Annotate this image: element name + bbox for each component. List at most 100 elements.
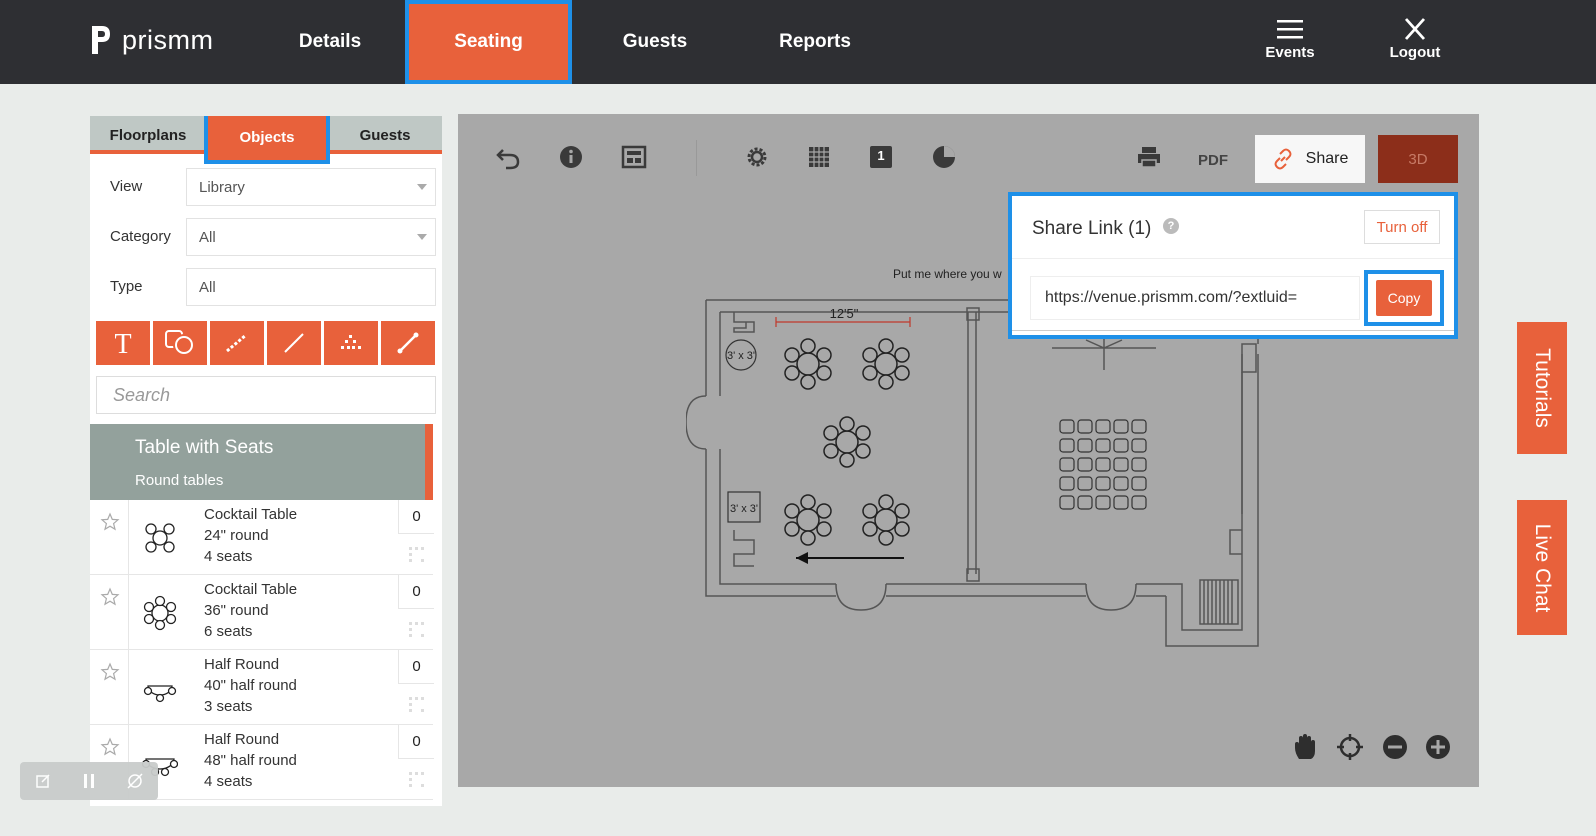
nav-reports[interactable]: Reports: [745, 0, 885, 84]
text-tool-icon: T: [114, 329, 131, 357]
logout-button[interactable]: Logout: [1365, 14, 1465, 74]
object-seats: 4 seats: [204, 773, 253, 790]
view-select-value: Library: [199, 179, 245, 196]
star-icon[interactable]: [100, 662, 120, 682]
star-icon[interactable]: [100, 587, 120, 607]
contrast-button[interactable]: [929, 142, 959, 172]
live-chat-label: Live Chat: [1531, 523, 1554, 612]
object-info: Cocktail Table 36" round 6 seats: [204, 579, 297, 642]
logout-label: Logout: [1389, 44, 1441, 61]
tutorials-tab[interactable]: Tutorials: [1517, 322, 1567, 454]
category-label: Category: [110, 228, 171, 245]
tab-objects[interactable]: Objects: [204, 116, 330, 164]
pause-button[interactable]: [74, 768, 104, 794]
live-chat-tab[interactable]: Live Chat: [1517, 500, 1567, 635]
floorplan-note: Put me where you w: [893, 267, 1002, 281]
tutorials-label: Tutorials: [1531, 348, 1554, 428]
box-label-2: 3' x 3': [730, 503, 758, 515]
star-icon[interactable]: [100, 512, 120, 532]
contrast-icon: [933, 146, 955, 168]
category-title: Table with Seats: [135, 437, 274, 458]
share-button[interactable]: Share: [1255, 135, 1365, 183]
layout-button[interactable]: [619, 142, 649, 172]
drag-handle-icon[interactable]: [408, 621, 426, 639]
help-icon[interactable]: ?: [1163, 218, 1179, 234]
events-button[interactable]: Events: [1240, 14, 1340, 74]
category-select[interactable]: All: [186, 218, 436, 256]
floorplan-drawing[interactable]: 12'5" 3' x 3' 3' x 3': [686, 284, 1266, 664]
view-row: View Library: [90, 168, 442, 208]
prismm-logo-icon: [92, 26, 110, 54]
type-select[interactable]: All: [186, 268, 436, 306]
line-tool-button[interactable]: [267, 321, 321, 365]
events-label: Events: [1265, 44, 1315, 61]
zoom-out-icon[interactable]: [1381, 733, 1409, 761]
edit-line-button[interactable]: [381, 321, 435, 365]
page-number-button[interactable]: 1: [866, 142, 896, 172]
drag-handle-icon[interactable]: [408, 696, 426, 714]
category-header[interactable]: Table with Seats Round tables: [90, 424, 433, 500]
pause-icon: [84, 774, 94, 788]
list-item[interactable]: Cocktail Table 36" round 6 seats 0: [90, 575, 434, 650]
edit-icon: [36, 774, 50, 788]
shape-tool-button[interactable]: [153, 321, 207, 365]
nav-guests[interactable]: Guests: [585, 0, 725, 84]
divider: [1012, 258, 1454, 259]
share-label: Share: [1305, 150, 1349, 167]
list-item[interactable]: Half Round 40" half round 3 seats 0: [90, 650, 434, 725]
chevron-down-icon: [417, 184, 427, 190]
annotate-button[interactable]: [28, 768, 58, 794]
view-select[interactable]: Library: [186, 168, 436, 206]
brand-name: prismm: [122, 24, 214, 55]
row-divider: [128, 650, 129, 725]
copy-button[interactable]: Copy: [1376, 280, 1432, 316]
gear-icon: [747, 147, 767, 167]
drag-handle-icon[interactable]: [408, 771, 426, 789]
grid-icon: [809, 147, 829, 167]
object-count: 0: [398, 575, 434, 609]
settings-button[interactable]: [742, 142, 772, 172]
nav-details[interactable]: Details: [260, 0, 400, 84]
measure-tool-button[interactable]: [210, 321, 264, 365]
share-url-field[interactable]: https://venue.prismm.com/?extluid=: [1030, 276, 1360, 320]
crosshair-icon[interactable]: [1336, 733, 1364, 761]
nav-seating[interactable]: Seating: [405, 0, 572, 84]
tab-guests[interactable]: Guests: [328, 116, 442, 154]
3d-view-button[interactable]: 3D: [1378, 135, 1458, 183]
object-name: Half Round: [204, 656, 280, 673]
view-label: View: [110, 178, 143, 195]
drag-handle-icon[interactable]: [408, 546, 426, 564]
turn-off-button[interactable]: Turn off: [1364, 210, 1440, 244]
measure-tool-icon: [226, 333, 247, 353]
divider: [1012, 330, 1454, 335]
seating-area-icon: [341, 335, 361, 349]
shape-tool-icon: [165, 330, 195, 356]
info-icon: [560, 146, 582, 168]
dimension-label: 12'5": [830, 306, 859, 321]
tab-floorplans[interactable]: Floorplans: [90, 116, 206, 154]
cocktail-table-4-icon: [145, 523, 175, 553]
pdf-button[interactable]: PDF: [1198, 152, 1228, 169]
row-divider: [128, 500, 129, 575]
recorder-controls: [20, 762, 158, 800]
info-button[interactable]: [556, 142, 586, 172]
pan-hand-icon[interactable]: [1291, 733, 1319, 761]
zoom-in-icon[interactable]: [1424, 733, 1452, 761]
undo-button[interactable]: [493, 142, 523, 172]
search-input[interactable]: Search: [96, 376, 436, 414]
seating-area-button[interactable]: [324, 321, 378, 365]
type-row: Type All: [90, 268, 442, 308]
box-label-1: 3' x 3': [727, 350, 755, 362]
text-tool-button[interactable]: T: [96, 321, 150, 365]
grid-button[interactable]: [804, 142, 834, 172]
list-item[interactable]: Cocktail Table 24" round 4 seats 0: [90, 500, 434, 575]
type-select-value: All: [199, 279, 216, 296]
copy-highlight: Copy: [1364, 270, 1444, 326]
prismm-logo[interactable]: prismm: [90, 24, 214, 56]
star-icon[interactable]: [100, 737, 120, 757]
object-seats: 6 seats: [204, 623, 253, 640]
hide-button[interactable]: [120, 768, 150, 794]
print-button[interactable]: [1134, 142, 1164, 172]
category-row: Category All: [90, 218, 442, 258]
object-size: 36" round: [204, 602, 269, 619]
